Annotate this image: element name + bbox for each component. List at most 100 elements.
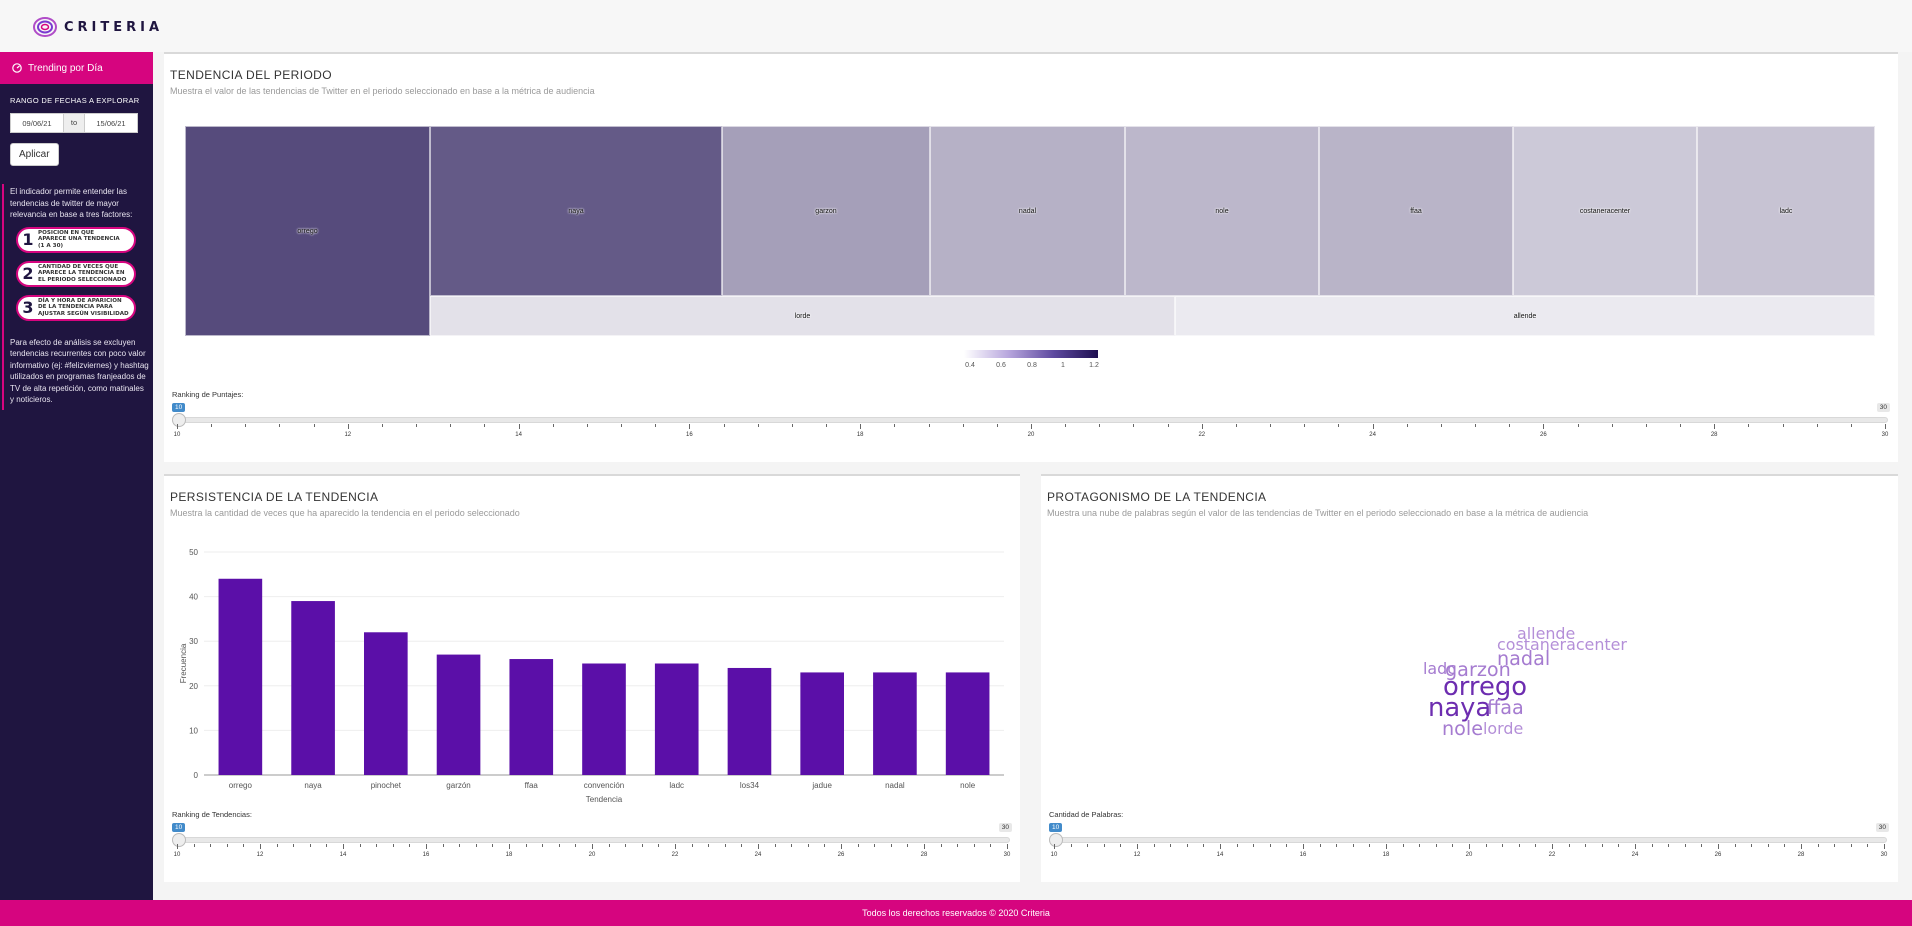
bar-ladc[interactable] [654,663,699,776]
slider-tick-label: 30 [1881,432,1889,438]
slider-major-tick [592,844,593,849]
slider-minor-tick [962,424,964,427]
slider-major-tick [177,424,178,429]
slider-minor-tick [193,844,195,847]
slider-minor-tick [392,844,394,847]
x-tick-label: los34 [740,781,760,790]
panel-subtitle: Muestra la cantidad de veces que ha apar… [170,508,520,518]
slider-minor-tick [774,844,776,847]
slider-major-tick [1884,844,1885,849]
slider-minor-tick [1751,844,1753,847]
treemap-cell-garzon[interactable]: garzon [722,126,930,296]
bar-pinochet[interactable] [364,632,408,775]
treemap-cell-ffaa[interactable]: ffaa [1319,126,1513,296]
slider-minor-tick [655,424,657,427]
slider-minor-tick [1304,424,1306,427]
treemap-cell-nadal[interactable]: nadal [930,126,1125,296]
slider-minor-tick [1509,424,1511,427]
bar-nole[interactable] [945,672,990,775]
slider-track[interactable] [176,837,1010,843]
slider-track[interactable] [176,417,1888,423]
slider-tick-label: 30 [1003,852,1011,858]
slider-handle[interactable] [1049,833,1063,847]
slider-tick-label: 20 [1027,432,1035,438]
slider-minor-tick [1767,844,1769,847]
slider-handle[interactable] [172,833,186,847]
slider-tick-label: 14 [339,852,347,858]
slider-track[interactable] [1053,837,1887,843]
bar-jadue[interactable] [800,672,844,775]
word-nole[interactable]: nole [1442,719,1483,738]
slider-label: Cantidad de Palabras: [1049,810,1124,819]
factor-line: APARECE UNA TENDENCIA [38,236,120,243]
y-tick-label: 10 [189,726,198,735]
date-to-input[interactable] [84,113,138,133]
slider-minor-tick [575,844,577,847]
word-ffaa[interactable]: ffaa [1487,698,1524,717]
slider-tick-label: 18 [505,852,513,858]
slider-minor-tick [1235,424,1237,427]
colorbar-tick-label: 1.2 [1089,362,1099,369]
footer: Todos los derechos reservados © 2020 Cri… [0,900,1912,926]
slider-minor-tick [1611,424,1613,427]
panel-title: PROTAGONISMO DE LA TENDENCIA [1047,490,1267,504]
slider-label: Ranking de Tendencias: [172,810,252,819]
cantidad-palabras-slider[interactable]: Cantidad de Palabras: 10 30 10 12 14 16 18 20 22 2… [1049,810,1889,870]
treemap-cell-costaneracenter[interactable]: costaneracenter [1513,126,1697,296]
treemap-cell-nole[interactable]: nole [1125,126,1319,296]
date-from-input[interactable] [10,113,64,133]
treemap-cell-label: naya [568,207,584,215]
slider-minor-tick [1816,424,1818,427]
slider-minor-tick [1577,424,1579,427]
slider-major-tick [509,844,510,849]
slider-handle[interactable] [172,413,186,427]
treemap-cell-ladc[interactable]: ladc [1697,126,1875,296]
slider-tick-label: 14 [1216,852,1224,858]
slider-minor-tick [1684,844,1686,847]
slider-minor-tick [1701,844,1703,847]
slider-minor-tick [1286,844,1288,847]
slider-minor-tick [1406,424,1408,427]
slider-minor-tick [1850,424,1852,427]
bar-los34[interactable] [727,667,772,775]
slider-tick-label: 20 [588,852,596,858]
slider-tick-label: 26 [1540,432,1547,438]
sidebar-item-trending[interactable]: Trending por Día [0,52,153,84]
date-range: to [10,113,153,133]
bar-convención[interactable] [582,663,626,776]
slider-minor-tick [1319,844,1321,847]
slider-minor-tick [542,844,544,847]
slider-minor-tick [1782,424,1784,427]
treemap-cell-label: lorde [794,312,811,320]
slider-minor-tick [416,424,418,427]
factor-number: 2 [22,263,34,283]
slider-minor-tick [210,844,212,847]
slider-major-tick [1220,844,1221,849]
bar-garzón[interactable] [436,654,481,775]
logo[interactable]: CRITERIA [32,16,163,38]
slider-minor-tick [973,844,975,847]
apply-button[interactable]: Aplicar [10,143,59,166]
slider-minor-tick [723,424,725,427]
slider-minor-tick [245,424,247,427]
word-lorde[interactable]: lorde [1483,721,1523,737]
slider-minor-tick [724,844,726,847]
slider-minor-tick [1680,424,1682,427]
bar-nadal[interactable] [873,672,917,775]
slider-minor-tick [826,424,828,427]
ranking-puntajes-slider[interactable]: Ranking de Puntajes: 10 30 10 12 14 16 18 20 22 24… [172,390,1890,450]
x-tick-label: naya [304,781,322,790]
bar-ffaa[interactable] [509,659,554,775]
slider-tick-label: 28 [1797,852,1805,858]
treemap-cell-orrego[interactable]: orrego [185,126,430,336]
x-tick-label: ffaa [525,781,539,790]
treemap-cell-naya[interactable]: naya [430,126,722,296]
slider-tick-label: 22 [1198,432,1206,438]
ranking-tendencias-slider[interactable]: Ranking de Tendencias: 10 30 10 12 14 16 18 20 22… [172,810,1012,870]
treemap-cell-allende[interactable]: allende [1175,296,1875,336]
bar-naya[interactable] [291,601,335,775]
bar-orrego[interactable] [218,578,263,775]
treemap-cell-lorde[interactable]: lorde [430,296,1175,336]
slider-minor-tick [1668,844,1670,847]
slider-minor-tick [586,424,588,427]
